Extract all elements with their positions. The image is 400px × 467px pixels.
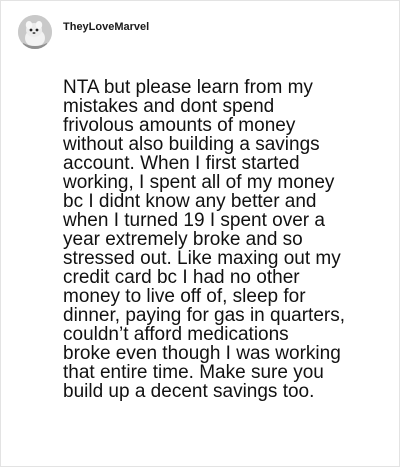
comment-card: TheyLoveMarvel NTA but please learn from… [0,0,400,467]
comment-text: NTA but please learn from my mistakes an… [63,77,346,402]
user-avatar-icon[interactable] [18,15,52,49]
comment-header: TheyLoveMarvel [18,15,149,49]
username-link[interactable]: TheyLoveMarvel [63,21,149,33]
